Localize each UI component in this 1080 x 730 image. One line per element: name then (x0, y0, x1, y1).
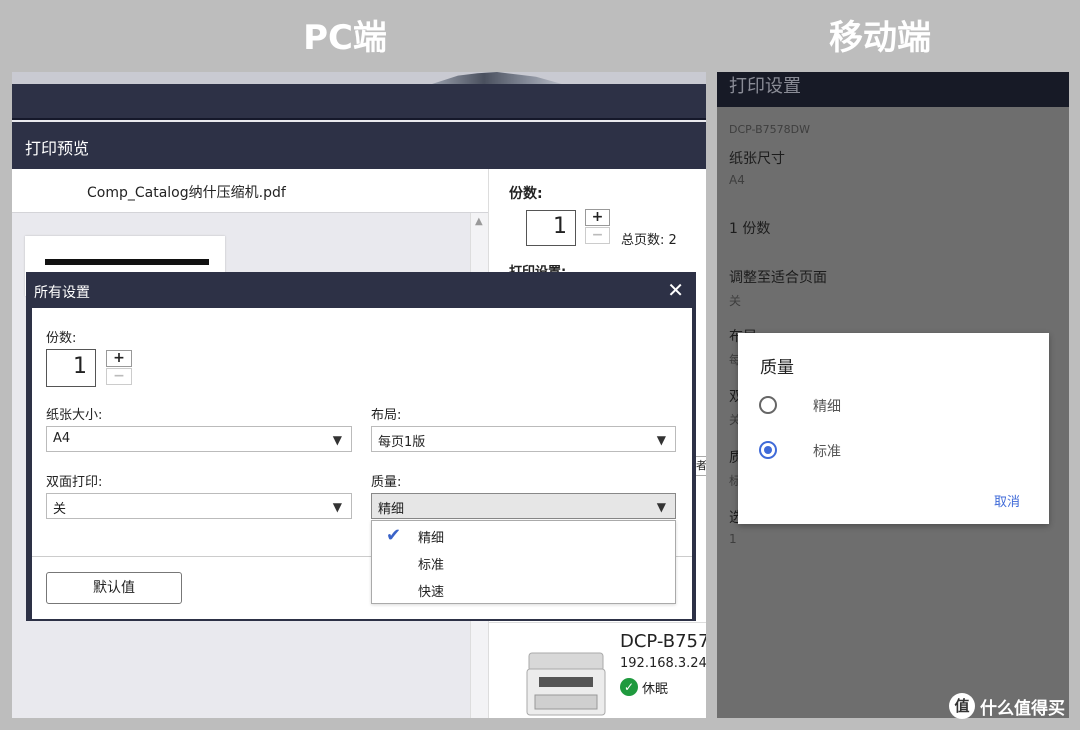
paper-size-label: 纸张大小: (46, 408, 103, 423)
copies-increment-button[interactable]: + (585, 209, 610, 226)
checkmark-icon: ✔ (386, 525, 402, 546)
paper-size-setting-value: A4 (729, 173, 745, 187)
radio-fine-label[interactable]: 精细 (813, 396, 841, 416)
dialog-copies-increment-button[interactable]: + (106, 350, 132, 367)
file-name: Comp_Catalog纳什压缩机.pdf (87, 185, 286, 201)
dialog-copies-label: 份数: (46, 331, 77, 346)
hidden-button-fragment[interactable]: 者 (695, 456, 706, 476)
default-values-button[interactable]: 默认值 (46, 572, 182, 604)
nav-bar (12, 84, 706, 120)
file-bar: Comp_Catalog纳什压缩机.pdf (12, 169, 488, 213)
page-content-bar (45, 259, 209, 265)
printer-model: DCP-B7578DW (729, 123, 811, 136)
quality-option-standard[interactable]: 标准 (418, 554, 444, 573)
mobile-section-header: 移动端 (829, 18, 931, 58)
copies-decrement-button[interactable]: − (585, 227, 610, 244)
device-status: 休眠 (642, 682, 669, 697)
quality-dialog: 质量 精细 标准 取消 (738, 333, 1049, 524)
device-name: DCP-B757 (620, 631, 706, 652)
duplex-select[interactable]: 关 ▼ (46, 493, 352, 519)
copies-input[interactable]: 1 (526, 210, 576, 246)
scroll-up-arrow-icon[interactable]: ▲ (475, 216, 483, 227)
paper-size-setting-label[interactable]: 纸张尺寸 (729, 148, 785, 168)
cancel-button[interactable]: 取消 (994, 491, 1020, 510)
dialog-title: 所有设置 (34, 285, 90, 301)
watermark: 值 什么值得买 (949, 692, 1065, 720)
status-check-icon: ✓ (620, 678, 638, 696)
fit-page-setting-value: 关 (729, 294, 742, 308)
mobile-title: 打印设置 (729, 76, 801, 97)
duplex-value: 关 (53, 502, 67, 517)
quality-dropdown-list: ✔ 精细 标准 快速 (371, 520, 676, 604)
quality-select[interactable]: 精细 ▼ (371, 493, 676, 519)
layout-label: 布局: (371, 408, 402, 423)
paper-size-value: A4 (53, 431, 71, 446)
watermark-text: 什么值得买 (980, 698, 1065, 719)
layout-select[interactable]: 每页1版 ▼ (371, 426, 676, 452)
duplex-label: 双面打印: (46, 475, 103, 490)
window-title: 打印预览 (12, 122, 706, 169)
chevron-down-icon: ▼ (656, 500, 666, 514)
layout-value: 每页1版 (378, 435, 426, 450)
chevron-down-icon: ▼ (656, 433, 666, 447)
radio-standard[interactable] (759, 441, 777, 459)
dialog-copies-decrement-button[interactable]: − (106, 368, 132, 385)
dialog-header: 所有设置 ✕ (28, 274, 694, 308)
paper-size-select[interactable]: A4 ▼ (46, 426, 352, 452)
quality-value: 精细 (378, 502, 405, 517)
close-icon[interactable]: ✕ (667, 278, 684, 302)
copies-label: 份数: (509, 186, 543, 202)
radio-standard-label[interactable]: 标准 (813, 441, 841, 461)
total-pages: 总页数: 2 (621, 233, 677, 248)
quality-dialog-title: 质量 (760, 358, 794, 378)
dialog-copies-input[interactable]: 1 (46, 349, 96, 387)
quality-option-fast[interactable]: 快速 (418, 581, 444, 600)
extra-setting-value: 1 (729, 532, 737, 546)
all-settings-dialog: 所有设置 ✕ 份数: 1 + − 纸张大小: A4 ▼ 布局: 每页1版 ▼ 双… (26, 272, 696, 621)
printer-icon (526, 652, 606, 716)
device-ip: 192.168.3.247 (620, 656, 706, 671)
chevron-down-icon: ▼ (332, 433, 342, 447)
pc-section-header: PC端 (303, 18, 387, 58)
top-strip (12, 72, 706, 84)
copies-setting[interactable]: 1 份数 (729, 218, 770, 238)
quality-option-fine[interactable]: 精细 (418, 527, 444, 546)
quality-label: 质量: (371, 475, 402, 490)
printer-device-card[interactable]: DCP-B757 192.168.3.247 ✓ 休眠 (489, 622, 706, 718)
fit-page-setting-label[interactable]: 调整至适合页面 (729, 267, 827, 287)
mobile-title-bar: 打印设置 (717, 72, 1069, 107)
radio-fine[interactable] (759, 396, 777, 414)
smzdm-logo-icon: 值 (949, 693, 975, 719)
chevron-down-icon: ▼ (332, 500, 342, 514)
